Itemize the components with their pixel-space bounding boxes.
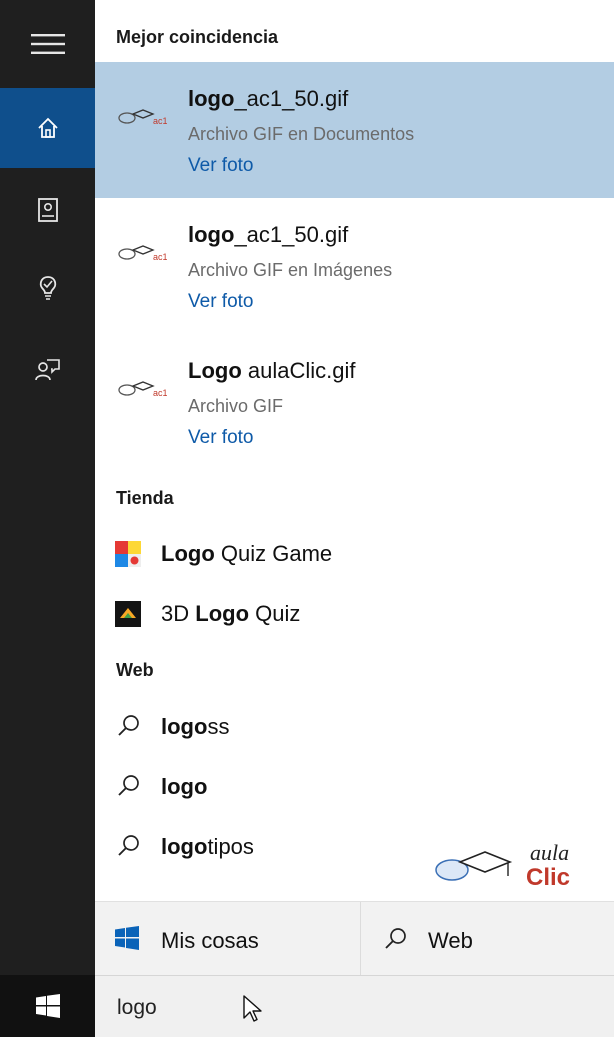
svg-text:Clic: Clic: [526, 864, 570, 891]
hamburger-icon: [30, 34, 65, 54]
image-thumbnail-icon: ac1e: [118, 381, 167, 398]
view-photo-link[interactable]: Ver foto: [188, 291, 254, 313]
svg-text:aula: aula: [530, 840, 569, 865]
result-subtitle: Archivo GIF: [188, 396, 284, 416]
scope-tabs: Mis cosas Web: [95, 901, 614, 976]
search-box[interactable]: logo: [95, 975, 614, 1037]
result-item[interactable]: ac1e logo_ac1_50.gif Archivo GIF en Imág…: [95, 198, 614, 334]
section-header-web: Web: [116, 660, 154, 680]
web-suggestion-label: logo: [161, 774, 208, 799]
image-thumbnail-icon: ac1e: [118, 245, 167, 262]
mouse-cursor-icon: [243, 995, 262, 1022]
search-icon: [118, 715, 139, 736]
view-photo-link[interactable]: Ver foto: [188, 155, 254, 177]
feedback-icon: [34, 359, 60, 381]
search-input[interactable]: logo: [117, 996, 157, 1020]
web-tab[interactable]: Web: [362, 902, 614, 976]
store-app-label: 3D Logo Quiz: [161, 601, 301, 626]
my-stuff-tab[interactable]: Mis cosas: [95, 902, 361, 976]
image-thumbnail-icon: ac1e: [118, 109, 167, 126]
svg-text:ac1e: ac1e: [153, 116, 167, 126]
taskbar: logo: [0, 975, 614, 1037]
result-title: Logo aulaClic.gif: [188, 358, 356, 383]
store-app-item[interactable]: Logo Quiz Game: [95, 527, 614, 583]
store-app-item[interactable]: 3D Logo Quiz: [95, 587, 614, 643]
web-suggestion-label: logoss: [161, 714, 230, 739]
section-header-store: Tienda: [116, 488, 174, 508]
hamburger-menu-button[interactable]: [0, 14, 95, 74]
notebook-icon: [37, 198, 58, 222]
start-button[interactable]: [0, 975, 95, 1037]
web-tab-label: Web: [428, 928, 473, 953]
result-subtitle: Archivo GIF en Imágenes: [188, 260, 393, 280]
search-icon: [385, 928, 406, 949]
home-icon: [37, 117, 58, 138]
search-icon: [118, 775, 139, 796]
result-item[interactable]: ac1e Logo aulaClic.gif Archivo GIF Ver f…: [95, 334, 614, 470]
web-suggestion-item[interactable]: logoss: [95, 698, 614, 754]
feedback-button[interactable]: [0, 330, 95, 410]
section-header-best-match: Mejor coincidencia: [116, 27, 279, 47]
web-suggestion-item[interactable]: logo: [95, 758, 614, 814]
search-results-panel: Mejor coincidencia ac1e logo_ac1_50.gif …: [95, 0, 614, 976]
3d-logo-quiz-icon: [115, 601, 141, 627]
result-subtitle: Archivo GIF en Documentos: [188, 124, 415, 144]
svg-text:ac1e: ac1e: [153, 388, 167, 398]
result-item[interactable]: ac1e logo_ac1_50.gif Archivo GIF en Docu…: [95, 62, 614, 198]
result-title: logo_ac1_50.gif: [188, 86, 349, 111]
store-app-label: Logo Quiz Game: [161, 541, 333, 566]
web-suggestion-label: logotipos: [161, 834, 254, 859]
notebook-button[interactable]: [0, 170, 95, 250]
windows-icon: [35, 994, 60, 1018]
home-button[interactable]: [0, 88, 95, 168]
windows-icon: [115, 926, 139, 950]
svg-text:ac1e: ac1e: [153, 252, 167, 262]
lightbulb-icon: [39, 276, 56, 300]
result-title: logo_ac1_50.gif: [188, 222, 349, 247]
aulaclic-watermark-logo: aula Clic: [435, 840, 570, 891]
cortana-rail: [0, 0, 95, 975]
my-stuff-label: Mis cosas: [161, 928, 259, 953]
logo-quiz-game-icon: [115, 541, 141, 567]
reminders-button[interactable]: [0, 248, 95, 328]
view-photo-link[interactable]: Ver foto: [188, 427, 254, 449]
search-icon: [118, 835, 139, 856]
